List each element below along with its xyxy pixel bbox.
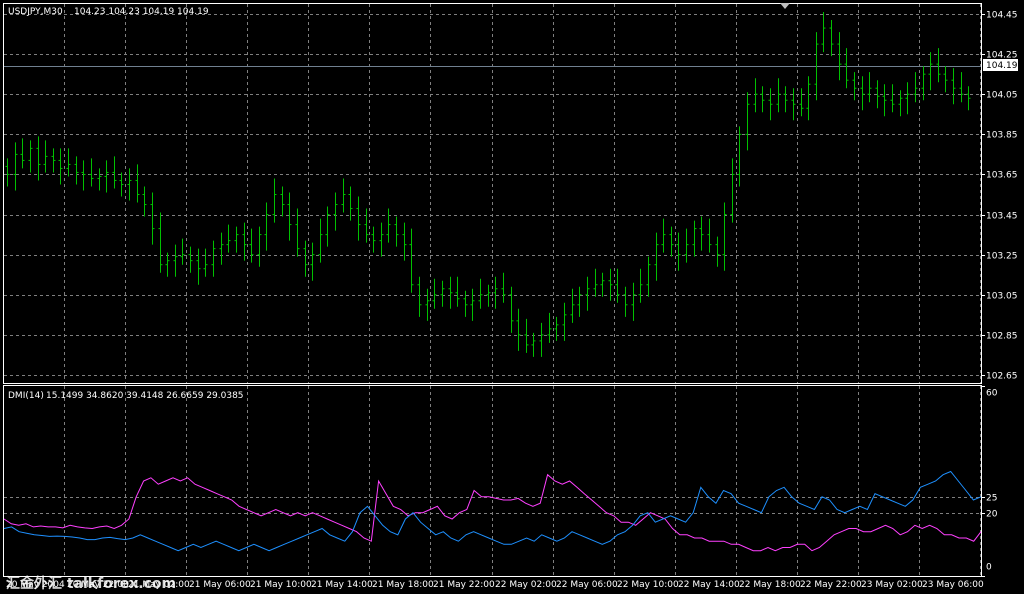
price-tick-label: 102.65 xyxy=(986,372,1018,382)
indicator-tick-label: 25 xyxy=(986,494,997,504)
time-tick-label: 22 May 14:00 xyxy=(678,580,740,590)
price-tick-label: 103.45 xyxy=(986,212,1018,222)
time-tick-label: 21 May 10:00 xyxy=(250,580,312,590)
price-tick-label: 102.85 xyxy=(986,332,1018,342)
current-price-label: 104.19 xyxy=(986,61,1018,71)
chart-canvas: USDJPY,M30 104.23 104.23 104.19 104.19 D… xyxy=(0,0,1024,594)
indicator-tick-label: 0 xyxy=(986,563,992,573)
time-tick-label: 22 May 06:00 xyxy=(556,580,618,590)
time-tick-label: 21 May 14:00 xyxy=(311,580,373,590)
time-tick-label: 21 May 22:00 xyxy=(433,580,495,590)
time-tick-label: 22 May 10:00 xyxy=(617,580,679,590)
time-tick-label: 23 May 02:00 xyxy=(861,580,923,590)
price-tick-label: 104.45 xyxy=(986,11,1018,21)
time-tick-label: 21 May 18:00 xyxy=(372,580,434,590)
current-price-tag: 104.19 xyxy=(983,59,1018,71)
indicator-tick-label: 20 xyxy=(986,510,998,520)
price-tick-label: 103.85 xyxy=(986,131,1018,141)
indicator-tick-label: 60 xyxy=(986,389,998,399)
time-tick-label: 23 May 06:00 xyxy=(922,580,984,590)
watermark: 汇金外汇 talkforex.com xyxy=(6,575,176,592)
time-tick-label: 22 May 02:00 xyxy=(495,580,557,590)
indicator-label: DMI(14) xyxy=(8,391,44,401)
time-tick-label: 21 May 06:00 xyxy=(189,580,251,590)
symbol-label: USDJPY,M30 xyxy=(8,7,63,17)
price-tick-label: 103.05 xyxy=(986,292,1018,302)
price-tick-label: 104.05 xyxy=(986,91,1018,101)
indicator-values: 15.1499 34.8620 39.4148 26.6659 29.0385 xyxy=(46,391,244,401)
price-tick-label: 103.25 xyxy=(986,252,1018,262)
time-tick-label: 22 May 22:00 xyxy=(800,580,862,590)
time-tick-label: 22 May 18:00 xyxy=(739,580,801,590)
ohlc-values: 104.23 104.23 104.19 104.19 xyxy=(74,7,209,17)
price-tick-label: 103.65 xyxy=(986,171,1018,181)
